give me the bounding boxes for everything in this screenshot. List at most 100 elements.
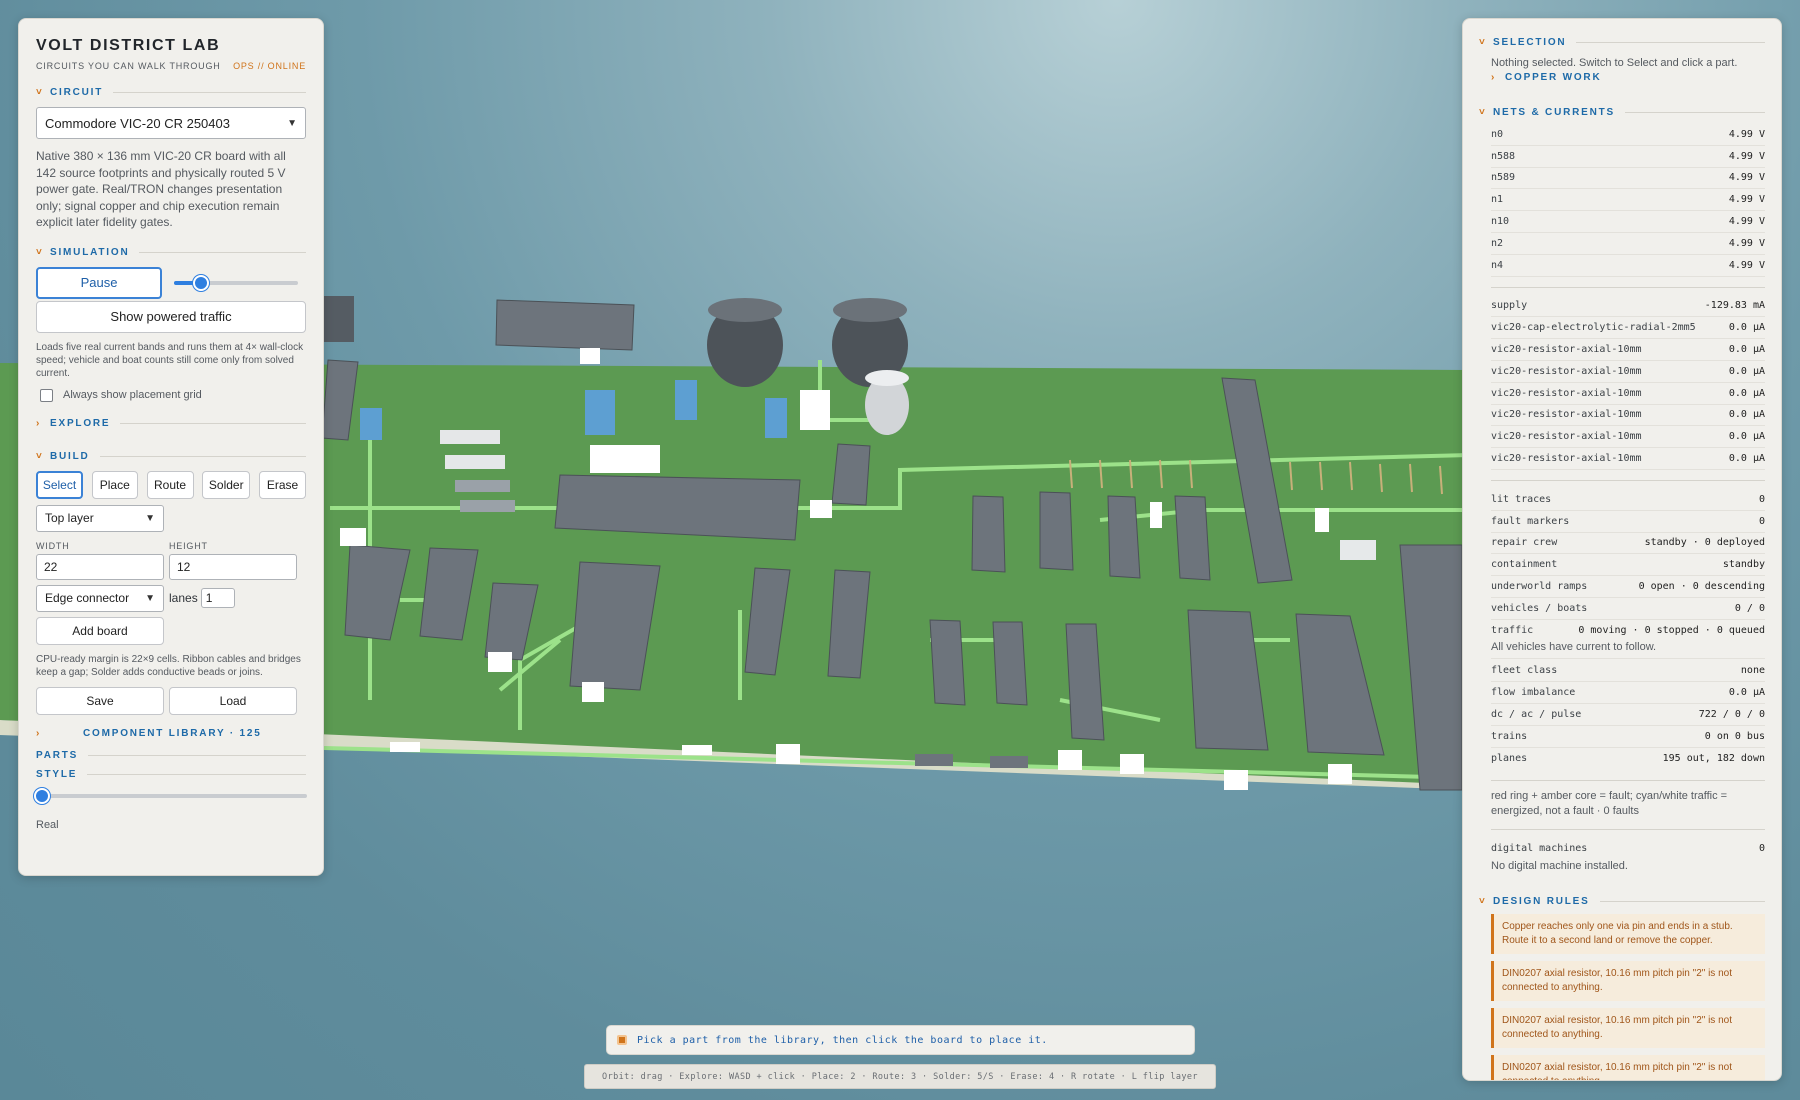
net-value: 4.99 V bbox=[1728, 259, 1765, 271]
stat-value: 0 on 0 bus bbox=[1704, 730, 1765, 742]
edge-type-select[interactable]: Edge connector ▼ bbox=[36, 584, 164, 612]
lanes-label: lanes bbox=[169, 591, 198, 605]
stat-row: containment standby bbox=[1491, 554, 1765, 577]
board-left-connector bbox=[324, 296, 354, 342]
divider bbox=[139, 251, 306, 253]
stat-name: lit traces bbox=[1491, 493, 1552, 505]
section-design-rules[interactable]: ˅ DESIGN RULES bbox=[1479, 896, 1765, 907]
chevron-right-icon: › bbox=[36, 417, 42, 429]
style-slider-handle[interactable] bbox=[34, 787, 50, 804]
design-rule-item[interactable]: DIN0207 axial resistor, 10.16 mm pitch p… bbox=[1491, 1055, 1765, 1080]
current-row: vic20-resistor-axial-10mm 0.0 µA bbox=[1491, 361, 1765, 383]
placement-grid-checkbox[interactable] bbox=[40, 388, 53, 402]
selection-text: Nothing selected. Switch to Select and c… bbox=[1491, 57, 1738, 69]
section-library-label: COMPONENT LIBRARY · 125 bbox=[83, 727, 262, 739]
net-name: n588 bbox=[1491, 150, 1516, 162]
current-row: vic20-resistor-axial-10mm 0.0 µA bbox=[1491, 405, 1765, 427]
net-row: n10 4.99 V bbox=[1491, 211, 1765, 233]
caret-down-icon: ▼ bbox=[145, 512, 155, 524]
section-circuit[interactable]: ˅ CIRCUIT bbox=[36, 87, 306, 98]
save-button[interactable]: Save bbox=[36, 686, 164, 715]
layer-select-value: Top layer bbox=[45, 511, 94, 525]
width-input[interactable]: 22 bbox=[36, 553, 164, 580]
divider bbox=[1491, 286, 1765, 288]
lanes-input[interactable]: 1 bbox=[200, 588, 235, 608]
current-name: vic20-resistor-axial-10mm bbox=[1491, 431, 1642, 443]
placement-grid-label: Always show placement grid bbox=[63, 389, 202, 401]
stat-name: planes bbox=[1491, 753, 1528, 765]
section-explore[interactable]: › EXPLORE bbox=[36, 418, 306, 429]
section-parts[interactable]: PARTS bbox=[36, 750, 306, 761]
height-label: HEIGHT bbox=[169, 540, 208, 551]
net-row: n2 4.99 V bbox=[1491, 233, 1765, 255]
net-name: n1 bbox=[1491, 194, 1504, 206]
pause-button[interactable]: Pause bbox=[36, 266, 162, 299]
current-row: supply -129.83 mA bbox=[1491, 296, 1765, 318]
net-row: n0 4.99 V bbox=[1491, 124, 1765, 146]
current-name: vic20-cap-electrolytic-radial-2mm5 bbox=[1491, 322, 1696, 334]
caret-down-icon: ▼ bbox=[287, 117, 297, 129]
stat-name: flow imbalance bbox=[1491, 687, 1576, 699]
chevron-down-icon: ˅ bbox=[1479, 107, 1487, 118]
keyboard-hints: Orbit: drag · Explore: WASD + click · Pl… bbox=[584, 1064, 1216, 1089]
stat-value: standby · 0 deployed bbox=[1644, 537, 1765, 549]
section-build[interactable]: ˅ BUILD bbox=[36, 451, 306, 462]
stat-row: traffic 0 moving · 0 stopped · 0 queued bbox=[1491, 620, 1765, 642]
design-rule-item[interactable]: DIN0207 axial resistor, 10.16 mm pitch p… bbox=[1491, 1008, 1765, 1049]
style-value: Real bbox=[36, 818, 59, 831]
height-input[interactable]: 12 bbox=[169, 553, 297, 580]
divider bbox=[113, 92, 306, 93]
section-nets[interactable]: ˅ NETS & CURRENTS bbox=[1479, 107, 1765, 118]
speed-slider-handle[interactable] bbox=[193, 274, 210, 291]
stat-name: containment bbox=[1491, 559, 1558, 571]
divider bbox=[120, 422, 306, 424]
stat-name: traffic bbox=[1491, 625, 1534, 637]
chevron-right-icon: › bbox=[1491, 72, 1497, 83]
current-name: vic20-resistor-axial-10mm bbox=[1491, 409, 1642, 421]
tool-solder-button[interactable]: Solder bbox=[202, 470, 251, 499]
divider bbox=[1491, 779, 1765, 781]
circuit-description: Native 380 × 136 mm VIC-20 CR board with… bbox=[36, 149, 286, 229]
design-rule-item[interactable]: Copper reaches only one via pin and ends… bbox=[1491, 914, 1765, 955]
stat-row: planes 195 out, 182 down bbox=[1491, 748, 1765, 770]
current-value: 0.0 µA bbox=[1728, 453, 1765, 465]
tool-select-button[interactable]: Select bbox=[36, 470, 83, 499]
stats-list: lit traces 0 fault markers 0 repair crew st… bbox=[1491, 489, 1765, 770]
tool-route-button[interactable]: Route bbox=[146, 470, 194, 499]
current-name: vic20-resistor-axial-10mm bbox=[1491, 365, 1642, 377]
stat-row: fault markers 0 bbox=[1491, 511, 1765, 533]
section-component-library[interactable]: › COMPONENT LIBRARY · 125 bbox=[36, 728, 306, 739]
tool-erase-button[interactable]: Erase bbox=[259, 470, 306, 499]
load-button[interactable]: Load bbox=[169, 686, 297, 715]
current-row: vic20-resistor-axial-10mm 0.0 µA bbox=[1491, 339, 1765, 361]
net-row: n588 4.99 V bbox=[1491, 146, 1765, 168]
inspector-panel: ˅ SELECTION Nothing selected. Switch to … bbox=[1462, 18, 1782, 1081]
stat-value: 0 open · 0 descending bbox=[1638, 581, 1765, 593]
stat-value: 722 / 0 / 0 bbox=[1698, 709, 1765, 721]
layer-select[interactable]: Top layer ▼ bbox=[36, 504, 164, 532]
section-selection[interactable]: ˅ SELECTION bbox=[1479, 37, 1765, 48]
divider bbox=[87, 773, 306, 775]
style-slider[interactable] bbox=[34, 787, 307, 804]
design-rule-item[interactable]: DIN0207 axial resistor, 10.16 mm pitch p… bbox=[1491, 961, 1765, 1002]
stat-name: vehicles / boats bbox=[1491, 602, 1588, 614]
section-copper-work[interactable]: › COPPER WORK bbox=[1491, 72, 1765, 83]
stat-value: 0.0 µA bbox=[1728, 687, 1765, 699]
toast-text: Pick a part from the library, then click… bbox=[637, 1034, 1048, 1046]
chevron-down-icon: ˅ bbox=[1479, 37, 1487, 48]
circuit-select[interactable]: Commodore VIC-20 CR 250403 ▼ bbox=[36, 107, 306, 139]
current-value: -129.83 mA bbox=[1704, 300, 1765, 312]
current-row: vic20-resistor-axial-10mm 0.0 µA bbox=[1491, 426, 1765, 449]
net-row: n589 4.99 V bbox=[1491, 168, 1765, 190]
chevron-down-icon: ˅ bbox=[36, 246, 44, 258]
add-board-button[interactable]: Add board bbox=[36, 616, 164, 645]
section-simulation[interactable]: ˅ SIMULATION bbox=[36, 247, 306, 258]
current-value: 0.0 µA bbox=[1728, 409, 1765, 421]
stat-name: dc / ac / pulse bbox=[1491, 709, 1582, 721]
stat-row: lit traces 0 bbox=[1491, 489, 1765, 511]
current-row: vic20-resistor-axial-10mm 0.0 µA bbox=[1491, 448, 1765, 470]
speed-slider[interactable] bbox=[174, 274, 298, 291]
tool-place-button[interactable]: Place bbox=[91, 470, 138, 499]
show-powered-traffic-button[interactable]: Show powered traffic bbox=[36, 300, 306, 333]
section-style[interactable]: STYLE bbox=[36, 769, 306, 780]
